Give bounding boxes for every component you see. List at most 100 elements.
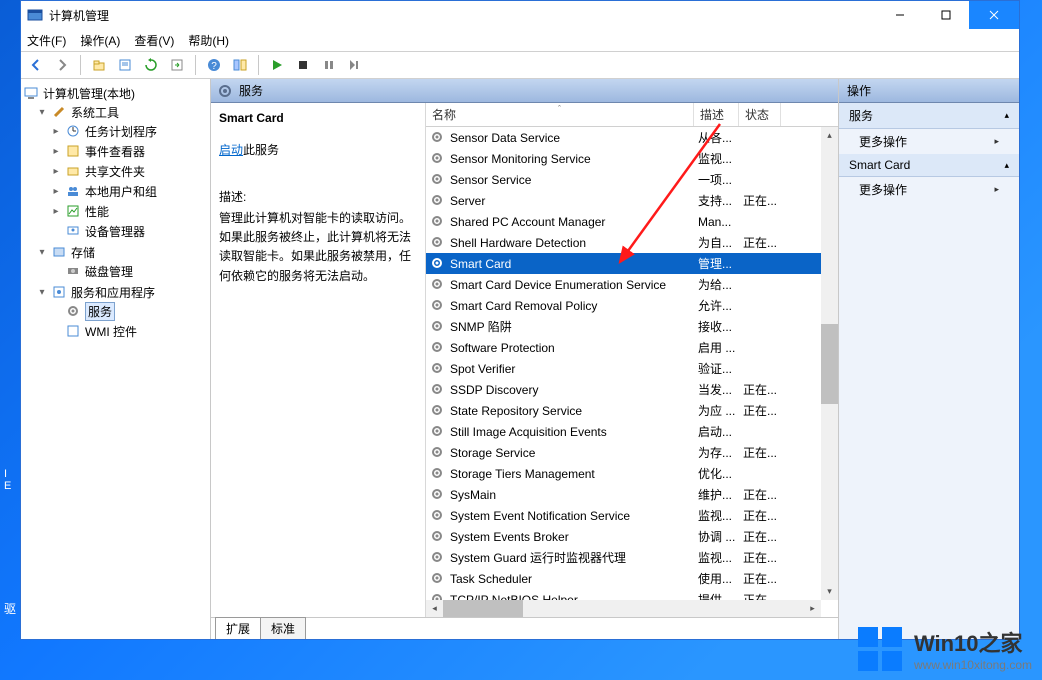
bottom-tabs: 扩展 标准	[211, 617, 838, 639]
service-desc: 监视...	[698, 150, 743, 167]
up-button[interactable]	[88, 54, 110, 76]
service-rows: Sensor Data Service从各...Sensor Monitorin…	[426, 127, 838, 600]
tree-device-manager[interactable]: 设备管理器	[51, 222, 208, 240]
service-row[interactable]: Storage Service为存...正在...	[426, 442, 838, 463]
tree-shared-folders[interactable]: ▸共享文件夹	[51, 162, 208, 180]
vertical-scrollbar[interactable]: ▴▾	[821, 127, 838, 600]
service-name: Sensor Service	[450, 173, 698, 187]
tab-standard[interactable]: 标准	[260, 617, 306, 639]
service-row[interactable]: Smart Card Device Enumeration Service为给.…	[426, 274, 838, 295]
tree-performance[interactable]: ▸性能	[51, 202, 208, 220]
forward-button[interactable]	[51, 54, 73, 76]
service-status: 正在...	[743, 402, 785, 419]
service-row[interactable]: State Repository Service为应 ...正在...	[426, 400, 838, 421]
service-row[interactable]: Smart Card Removal Policy允许...	[426, 295, 838, 316]
service-row[interactable]: SysMain维护...正在...	[426, 484, 838, 505]
service-row[interactable]: System Guard 运行时监视器代理监视...正在...	[426, 547, 838, 568]
service-status: 正在...	[743, 507, 785, 524]
actions-more-1[interactable]: 更多操作▸	[839, 129, 1019, 154]
tree-storage[interactable]: ▾存储	[37, 243, 208, 261]
hscroll-thumb[interactable]	[443, 600, 523, 617]
wmi-icon	[65, 323, 81, 339]
back-button[interactable]	[25, 54, 47, 76]
service-name: State Repository Service	[450, 404, 698, 418]
column-headers: ˆ名称 描述 状态	[426, 103, 838, 127]
service-row[interactable]: Shared PC Account ManagerMan...	[426, 211, 838, 232]
service-row[interactable]: Software Protection启用 ...	[426, 337, 838, 358]
show-hide-button[interactable]	[229, 54, 251, 76]
menu-help[interactable]: 帮助(H)	[188, 32, 229, 49]
restart-service-button[interactable]	[344, 54, 366, 76]
service-row[interactable]: Task Scheduler使用...正在...	[426, 568, 838, 589]
service-row[interactable]: SSDP Discovery当发...正在...	[426, 379, 838, 400]
tree-disk-mgmt[interactable]: 磁盘管理	[51, 262, 208, 280]
actions-section-smartcard[interactable]: Smart Card▴	[839, 154, 1019, 177]
stop-service-button[interactable]	[292, 54, 314, 76]
col-status[interactable]: 状态	[739, 103, 781, 126]
perf-icon	[65, 203, 81, 219]
tree-task-scheduler[interactable]: ▸任务计划程序	[51, 122, 208, 140]
help-button[interactable]: ?	[203, 54, 225, 76]
menu-action[interactable]: 操作(A)	[80, 32, 120, 49]
tree-event-viewer[interactable]: ▸事件查看器	[51, 142, 208, 160]
service-row[interactable]: System Event Notification Service监视...正在…	[426, 505, 838, 526]
service-name: Sensor Data Service	[450, 131, 698, 145]
computer-icon	[23, 85, 39, 101]
horizontal-scrollbar[interactable]: ◂▸	[426, 600, 821, 617]
service-name: SSDP Discovery	[450, 383, 698, 397]
gear-icon	[430, 529, 446, 545]
service-desc: 为自...	[698, 234, 743, 251]
scroll-thumb[interactable]	[821, 324, 838, 404]
service-row[interactable]: Sensor Monitoring Service监视...	[426, 148, 838, 169]
service-row[interactable]: System Events Broker协调 ...正在...	[426, 526, 838, 547]
tree-services[interactable]: 服务	[51, 302, 208, 320]
gear-icon	[430, 172, 446, 188]
desktop-text-3: 驱	[4, 600, 16, 617]
service-row[interactable]: TCP/IP NetBIOS Helper提供...正在...	[426, 589, 838, 600]
tree-wmi[interactable]: WMI 控件	[51, 322, 208, 340]
service-row[interactable]: Spot Verifier验证...	[426, 358, 838, 379]
service-row[interactable]: Server支持...正在...	[426, 190, 838, 211]
tree-local-users[interactable]: ▸本地用户和组	[51, 182, 208, 200]
service-desc: 监视...	[698, 549, 743, 566]
service-name: Still Image Acquisition Events	[450, 425, 698, 439]
tab-extended[interactable]: 扩展	[215, 617, 261, 639]
actions-more-2[interactable]: 更多操作▸	[839, 177, 1019, 202]
gear-icon	[430, 235, 446, 251]
actions-header: 操作	[839, 79, 1019, 103]
start-service-button[interactable]	[266, 54, 288, 76]
col-desc[interactable]: 描述	[694, 103, 739, 126]
win-logo-icon	[858, 627, 902, 671]
gear-icon	[430, 214, 446, 230]
titlebar[interactable]: 计算机管理	[21, 1, 1019, 29]
menu-view[interactable]: 查看(V)	[134, 32, 174, 49]
service-list: ˆ名称 描述 状态 Sensor Data Service从各...Sensor…	[426, 103, 838, 617]
gear-icon	[430, 424, 446, 440]
menu-file[interactable]: 文件(F)	[27, 32, 66, 49]
service-row[interactable]: Sensor Service一项...	[426, 169, 838, 190]
export-button[interactable]	[166, 54, 188, 76]
gear-icon	[430, 508, 446, 524]
tree-root[interactable]: 计算机管理(本地)	[23, 84, 208, 102]
start-link[interactable]: 启动	[219, 143, 243, 157]
service-row[interactable]: Sensor Data Service从各...	[426, 127, 838, 148]
watermark: Win10之家 www.win10xitong.com	[858, 626, 1032, 672]
detail-panel: Smart Card 启动此服务 描述: 管理此计算机对智能卡的读取访问。如果此…	[211, 103, 426, 617]
service-row[interactable]: Shell Hardware Detection为自...正在...	[426, 232, 838, 253]
service-row[interactable]: SNMP 陷阱接收...	[426, 316, 838, 337]
actions-section-services[interactable]: 服务▴	[839, 103, 1019, 129]
service-desc: 一项...	[698, 171, 743, 188]
service-row[interactable]: Smart Card管理...	[426, 253, 838, 274]
tree-system-tools[interactable]: ▾系统工具	[37, 103, 208, 121]
service-row[interactable]: Storage Tiers Management优化...	[426, 463, 838, 484]
close-button[interactable]	[969, 1, 1019, 29]
col-name[interactable]: ˆ名称	[426, 103, 694, 126]
properties-button[interactable]	[114, 54, 136, 76]
service-desc: 使用...	[698, 570, 743, 587]
tree-services-apps[interactable]: ▾服务和应用程序	[37, 283, 208, 301]
refresh-button[interactable]	[140, 54, 162, 76]
service-row[interactable]: Still Image Acquisition Events启动...	[426, 421, 838, 442]
pause-service-button[interactable]	[318, 54, 340, 76]
minimize-button[interactable]	[877, 1, 923, 29]
maximize-button[interactable]	[923, 1, 969, 29]
